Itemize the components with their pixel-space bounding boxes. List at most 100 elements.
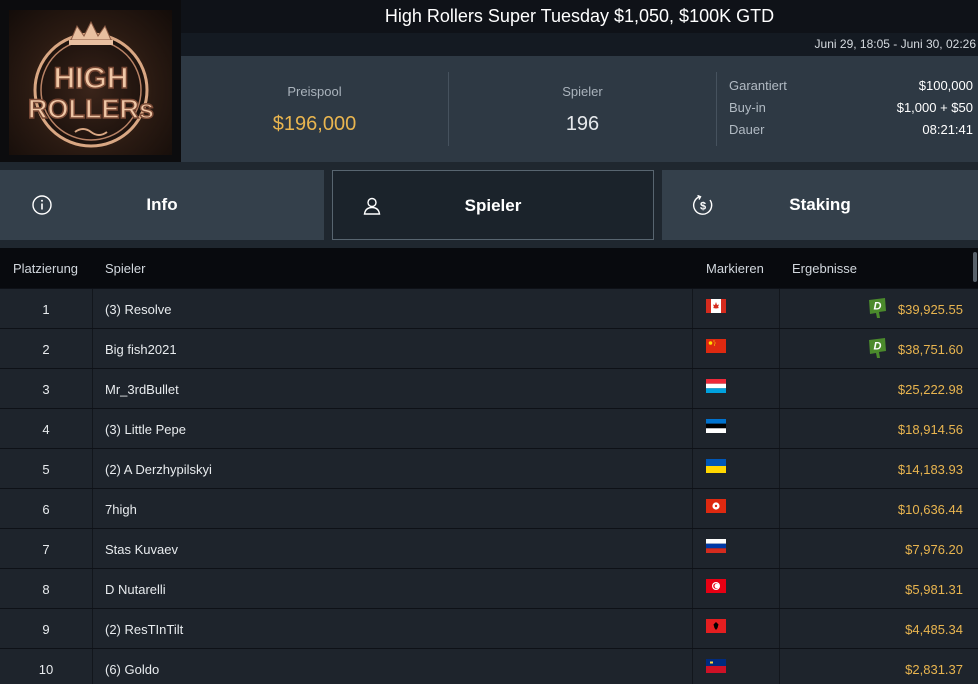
detail-value: $100,000: [918, 78, 973, 93]
detail-label: Buy-in: [729, 100, 766, 115]
flag-estonia-icon: [706, 419, 726, 433]
table-row[interactable]: 6 7high $10,636.44: [0, 488, 978, 529]
flag-cell: [693, 649, 780, 684]
players-stat: Spieler 196: [449, 56, 716, 162]
rank-cell: 10: [0, 649, 93, 684]
tab-info[interactable]: Info: [0, 170, 324, 240]
detail-value: 08:21:41: [922, 122, 973, 137]
svg-text:D: D: [874, 301, 882, 313]
prizepool-label: Preispool: [287, 84, 342, 99]
table-row[interactable]: 2 Big fish2021 D $38,751.60: [0, 328, 978, 369]
player-name[interactable]: D Nutarelli: [93, 569, 693, 609]
detail-guaranteed: Garantiert $100,000: [729, 78, 973, 100]
flag-hong-kong-icon: [706, 499, 726, 513]
result-value: $18,914.56: [897, 422, 963, 437]
player-name[interactable]: (3) Little Pepe: [93, 409, 693, 449]
player-name[interactable]: (2) ResTInTilt: [93, 609, 693, 649]
rank-cell: 9: [0, 609, 93, 649]
player-name[interactable]: Big fish2021: [93, 329, 693, 369]
table-row[interactable]: 1 (3) Resolve D $39,925.55: [0, 288, 978, 329]
rank-cell: 3: [0, 369, 93, 409]
rank-cell: 6: [0, 489, 93, 529]
rank-cell: 4: [0, 409, 93, 449]
high-rollers-logo-image: HIGH ROLLERs: [9, 10, 172, 155]
table-row[interactable]: 8D Nutarelli $5,981.31: [0, 568, 978, 609]
tab-spieler-label: Spieler: [464, 196, 522, 215]
flag-cell: [693, 369, 780, 409]
table-row[interactable]: 7 Stas Kuvaev $7,976.20: [0, 528, 978, 569]
tournament-details: Garantiert $100,000 Buy-in $1,000 + $50 …: [729, 78, 973, 144]
tab-staking-label: Staking: [789, 195, 851, 214]
flag-cell: [693, 329, 780, 369]
svg-text:D: D: [874, 341, 882, 353]
flag-cell: [693, 609, 780, 649]
table-row[interactable]: 3 Mr_3rdBullet $25,222.98: [0, 368, 978, 409]
divider: [716, 72, 717, 146]
table-row[interactable]: 5 (2) A Derzhypilskyi $14,183.93: [0, 448, 978, 489]
scrollbar-thumb[interactable]: [973, 252, 977, 282]
rank-cell: 2: [0, 329, 93, 369]
tab-spieler[interactable]: Spieler: [332, 170, 654, 240]
d-badge-icon: D: [869, 298, 886, 318]
tournament-logo: HIGH ROLLERs: [0, 0, 181, 162]
table-row[interactable]: 4 (3) Little Pepe $18,914.56: [0, 408, 978, 449]
result-cell: $18,914.56: [780, 409, 978, 449]
result-cell: D $38,751.60: [780, 329, 978, 369]
result-cell: $4,485.34: [780, 609, 978, 649]
flag-albania-icon: [706, 619, 726, 633]
flag-cell: [693, 569, 780, 609]
player-name[interactable]: Mr_3rdBullet: [93, 369, 693, 409]
prizepool-value: $196,000: [272, 113, 357, 135]
flag-canada-icon: [706, 299, 726, 313]
result-cell: $10,636.44: [780, 489, 978, 529]
flag-cell: [693, 489, 780, 529]
player-name[interactable]: 7high: [93, 489, 693, 529]
column-header-player[interactable]: Spieler: [105, 261, 145, 276]
flag-ukraine-icon: [706, 459, 726, 473]
player-name[interactable]: Stas Kuvaev: [93, 529, 693, 569]
flag-cell: [693, 409, 780, 449]
flag-cell: [693, 289, 780, 329]
flag-tunisia-icon: [706, 579, 726, 593]
prizepool-stat: Preispool $196,000: [181, 56, 448, 162]
flag-luxembourg-icon: [706, 379, 726, 393]
player-name[interactable]: (6) Goldo: [93, 649, 693, 684]
column-header-result[interactable]: Ergebnisse: [792, 261, 857, 276]
result-cell: $5,981.31: [780, 569, 978, 609]
detail-label: Dauer: [729, 122, 765, 137]
result-value: $14,183.93: [897, 462, 963, 477]
column-header-rank[interactable]: Platzierung: [13, 261, 78, 276]
rank-cell: 8: [0, 569, 93, 609]
tab-staking[interactable]: $ Staking: [662, 170, 978, 240]
flag-liechtenstein-icon: [706, 659, 726, 673]
title-bar: High Rollers Super Tuesday $1,050, $100K…: [181, 0, 978, 33]
table-row[interactable]: 9 (2) ResTInTilt $4,485.34: [0, 608, 978, 649]
result-cell: $14,183.93: [780, 449, 978, 489]
detail-buyin: Buy-in $1,000 + $50: [729, 100, 973, 122]
flag-russia-icon: [706, 539, 726, 553]
column-header-flag[interactable]: Markieren: [706, 261, 764, 276]
player-name[interactable]: (3) Resolve: [93, 289, 693, 329]
result-value: $10,636.44: [897, 502, 963, 517]
rank-cell: 1: [0, 289, 93, 329]
result-value: $7,976.20: [905, 542, 963, 557]
rank-cell: 5: [0, 449, 93, 489]
result-cell: $2,831.37: [780, 649, 978, 684]
players-value: 196: [565, 113, 600, 135]
svg-text:HIGH: HIGH: [54, 62, 129, 95]
d-badge-icon: D: [869, 338, 886, 358]
result-value: $38,751.60: [897, 342, 963, 357]
rank-cell: 7: [0, 529, 93, 569]
tournament-date-range: Juni 29, 18:05 - Juni 30, 02:26: [814, 37, 976, 51]
flag-cell: [693, 529, 780, 569]
result-cell: $7,976.20: [780, 529, 978, 569]
flag-cell: [693, 449, 780, 489]
result-value: $2,831.37: [905, 662, 963, 677]
table-row[interactable]: 10 (6) Goldo $2,831.37: [0, 648, 978, 684]
flag-china-icon: [706, 339, 726, 353]
tab-info-label: Info: [146, 195, 178, 214]
svg-text:ROLLERs: ROLLERs: [28, 94, 154, 124]
date-strip: Juni 29, 18:05 - Juni 30, 02:26: [181, 33, 978, 56]
player-name[interactable]: (2) A Derzhypilskyi: [93, 449, 693, 489]
result-cell: D $39,925.55: [780, 289, 978, 329]
